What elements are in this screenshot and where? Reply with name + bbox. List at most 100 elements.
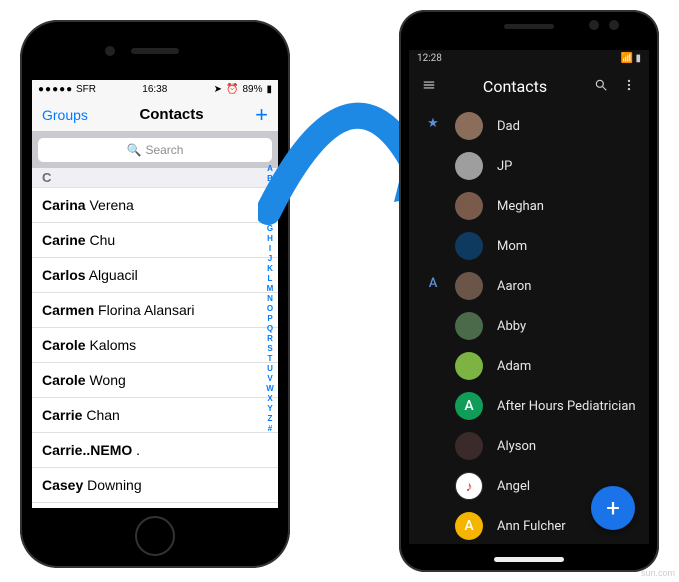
list-item[interactable]: Catia	[32, 503, 278, 508]
contact-name: Meghan	[497, 199, 544, 214]
index-letter[interactable]: N	[267, 294, 273, 304]
index-letter[interactable]: P	[267, 314, 272, 324]
groups-link[interactable]: Groups	[42, 107, 88, 123]
contact-name: JP	[497, 159, 512, 174]
index-letter[interactable]: E	[267, 204, 272, 214]
list-item[interactable]: Carine Chu	[32, 223, 278, 258]
contact-name: Adam	[497, 359, 531, 374]
list-item[interactable]: AAfter Hours Pediatrician	[409, 386, 649, 426]
plus-icon: +	[606, 494, 620, 522]
avatar: ♪	[455, 472, 483, 500]
list-item[interactable]: Carmen Florina Alansari	[32, 293, 278, 328]
contact-name: After Hours Pediatrician	[497, 399, 636, 414]
contact-rest-name: Verena	[86, 197, 134, 213]
add-contact-fab[interactable]: +	[591, 486, 635, 530]
android-screen: 12:28 📶 ▮ Contacts ★ Dad JP Meghan Mom A Aaron…	[409, 50, 649, 544]
index-letter[interactable]: B	[267, 174, 273, 184]
search-icon[interactable]	[591, 77, 611, 96]
page-title: Contacts	[139, 106, 203, 123]
list-item[interactable]: Carina Verena	[32, 188, 278, 223]
index-letter[interactable]: J	[268, 254, 272, 264]
status-signal: ●●●●● SFR	[38, 84, 96, 95]
android-nav-pill[interactable]	[494, 557, 564, 562]
index-letter[interactable]: L	[268, 274, 273, 284]
index-letter[interactable]: F	[268, 214, 273, 224]
index-letter[interactable]: R	[267, 334, 273, 344]
home-button[interactable]	[135, 516, 175, 556]
contact-rest-name: Kaloms	[86, 337, 137, 353]
contact-name: Aaron	[497, 279, 531, 294]
index-letter[interactable]: I	[269, 244, 271, 254]
android-app-bar: Contacts	[409, 66, 649, 106]
index-letter[interactable]: U	[267, 364, 273, 374]
search-placeholder: Search	[145, 143, 183, 157]
list-item[interactable]: Dad	[409, 106, 649, 146]
index-letter[interactable]: C	[267, 184, 273, 194]
contact-first-name: Carrie..NEMO	[42, 442, 132, 458]
contact-rest-name: Downing	[83, 477, 141, 493]
contact-name: Angel	[497, 479, 530, 494]
alpha-index-scrubber[interactable]: ABCDEFGHIJKLMNOPQRSTUVWXYZ#	[264, 164, 276, 508]
section-header: C	[32, 168, 278, 188]
list-item[interactable]: JP	[409, 146, 649, 186]
contact-first-name: Casey	[42, 477, 83, 493]
avatar	[455, 352, 483, 380]
list-item[interactable]: Aaron	[409, 266, 649, 306]
index-letter[interactable]: V	[267, 374, 272, 384]
contact-name: Dad	[497, 119, 520, 134]
list-item[interactable]: Carrie Chan	[32, 398, 278, 433]
list-item[interactable]: Casey Downing	[32, 468, 278, 503]
list-item[interactable]: Adam	[409, 346, 649, 386]
page-title: Contacts	[439, 77, 591, 96]
contacts-list[interactable]: C Carina VerenaCarine ChuCarlos Alguacil…	[32, 168, 278, 508]
index-letter[interactable]: O	[267, 304, 273, 314]
list-item[interactable]: Carole Wong	[32, 363, 278, 398]
contacts-list[interactable]: ★DadJPMeghanMomAAaronAbbyAdamAAfter Hour…	[409, 106, 649, 544]
list-item[interactable]: Alyson	[409, 426, 649, 466]
contact-rest-name: Chan	[82, 407, 119, 423]
index-letter[interactable]: #	[268, 424, 272, 434]
index-letter[interactable]: H	[267, 234, 273, 244]
contact-name: Alyson	[497, 439, 536, 454]
search-input[interactable]: 🔍 Search	[38, 138, 272, 162]
index-letter[interactable]: K	[267, 264, 273, 274]
list-item[interactable]: Carrie..NEMO .	[32, 433, 278, 468]
index-letter[interactable]: A	[267, 164, 273, 174]
index-letter[interactable]: D	[267, 194, 273, 204]
battery-icon: ▮	[266, 84, 272, 95]
list-item[interactable]: Mom	[409, 226, 649, 266]
status-time: 12:28	[417, 53, 442, 64]
index-letter[interactable]: W	[266, 384, 274, 394]
ios-nav-bar: Groups Contacts +	[32, 98, 278, 132]
index-letter[interactable]: M	[267, 284, 274, 294]
index-letter[interactable]: T	[268, 354, 273, 364]
list-item[interactable]: Meghan	[409, 186, 649, 226]
list-item[interactable]: Carlos Alguacil	[32, 258, 278, 293]
index-letter[interactable]: G	[267, 224, 273, 234]
alarm-icon: ⏰	[226, 84, 238, 95]
index-letter[interactable]: Q	[267, 324, 273, 334]
index-letter[interactable]: S	[267, 344, 272, 354]
section-header: A	[423, 276, 443, 291]
android-status-bar: 12:28 📶 ▮	[409, 50, 649, 66]
status-icons: 📶 ▮	[621, 53, 641, 64]
menu-icon[interactable]	[419, 77, 439, 96]
list-item[interactable]: Abby	[409, 306, 649, 346]
index-letter[interactable]: X	[267, 394, 272, 404]
avatar	[455, 312, 483, 340]
battery-percent: 89%	[242, 84, 262, 95]
status-right: ➤ ⏰ 89% ▮	[214, 84, 272, 95]
contact-name: Mom	[497, 239, 527, 254]
overflow-icon[interactable]	[619, 77, 639, 96]
contact-name: Ann Fulcher	[497, 519, 566, 534]
avatar	[455, 112, 483, 140]
add-contact-button[interactable]: +	[255, 102, 268, 128]
avatar: A	[455, 512, 483, 540]
search-bar-container: 🔍 Search	[32, 132, 278, 168]
avatar	[455, 192, 483, 220]
index-letter[interactable]: Y	[267, 404, 272, 414]
favorites-section-star-icon: ★	[423, 116, 443, 131]
list-item[interactable]: Carole Kaloms	[32, 328, 278, 363]
contact-first-name: Carole	[42, 372, 86, 388]
index-letter[interactable]: Z	[268, 414, 273, 424]
